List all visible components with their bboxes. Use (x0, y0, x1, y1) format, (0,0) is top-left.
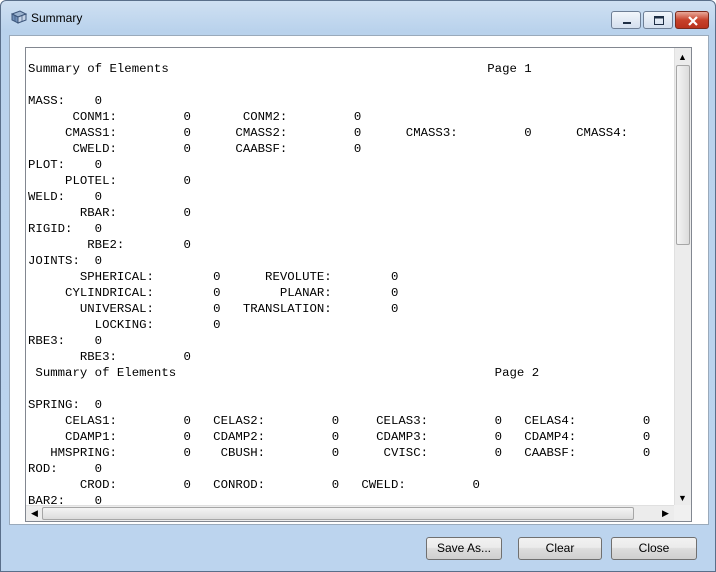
summary-text-area[interactable]: Summary of Elements Page 1 MASS: 0 CONM1… (25, 47, 692, 522)
report-text: Summary of Elements Page 1 MASS: 0 CONM1… (28, 62, 651, 508)
summary-window: Summary Summary of Elements Page 1 MASS: (0, 0, 716, 572)
scroll-left-button[interactable]: ◀ (27, 506, 42, 521)
horizontal-scrollbar[interactable]: ◀ ▶ (26, 505, 674, 521)
horizontal-scroll-thumb[interactable] (42, 507, 634, 520)
vertical-scroll-thumb[interactable] (676, 65, 690, 245)
arrow-right-icon: ▶ (662, 508, 669, 518)
clear-button[interactable]: Clear (518, 537, 602, 560)
minimize-button[interactable] (611, 11, 641, 29)
title-bar[interactable]: Summary (1, 1, 715, 35)
arrow-down-icon: ▼ (678, 492, 687, 503)
vertical-scrollbar[interactable]: ▲ ▼ (674, 48, 691, 506)
close-window-button[interactable] (675, 11, 709, 29)
save-as-button[interactable]: Save As... (426, 537, 502, 560)
grid-icon (10, 10, 28, 24)
scroll-up-button[interactable]: ▲ (675, 49, 690, 64)
arrow-up-icon: ▲ (678, 51, 687, 62)
scroll-down-button[interactable]: ▼ (675, 490, 690, 505)
maximize-button[interactable] (643, 11, 673, 29)
scroll-right-button[interactable]: ▶ (658, 506, 673, 521)
scrollbar-corner (674, 505, 691, 521)
window-title: Summary (31, 11, 83, 25)
close-button[interactable]: Close (611, 537, 697, 560)
arrow-left-icon: ◀ (31, 508, 38, 518)
